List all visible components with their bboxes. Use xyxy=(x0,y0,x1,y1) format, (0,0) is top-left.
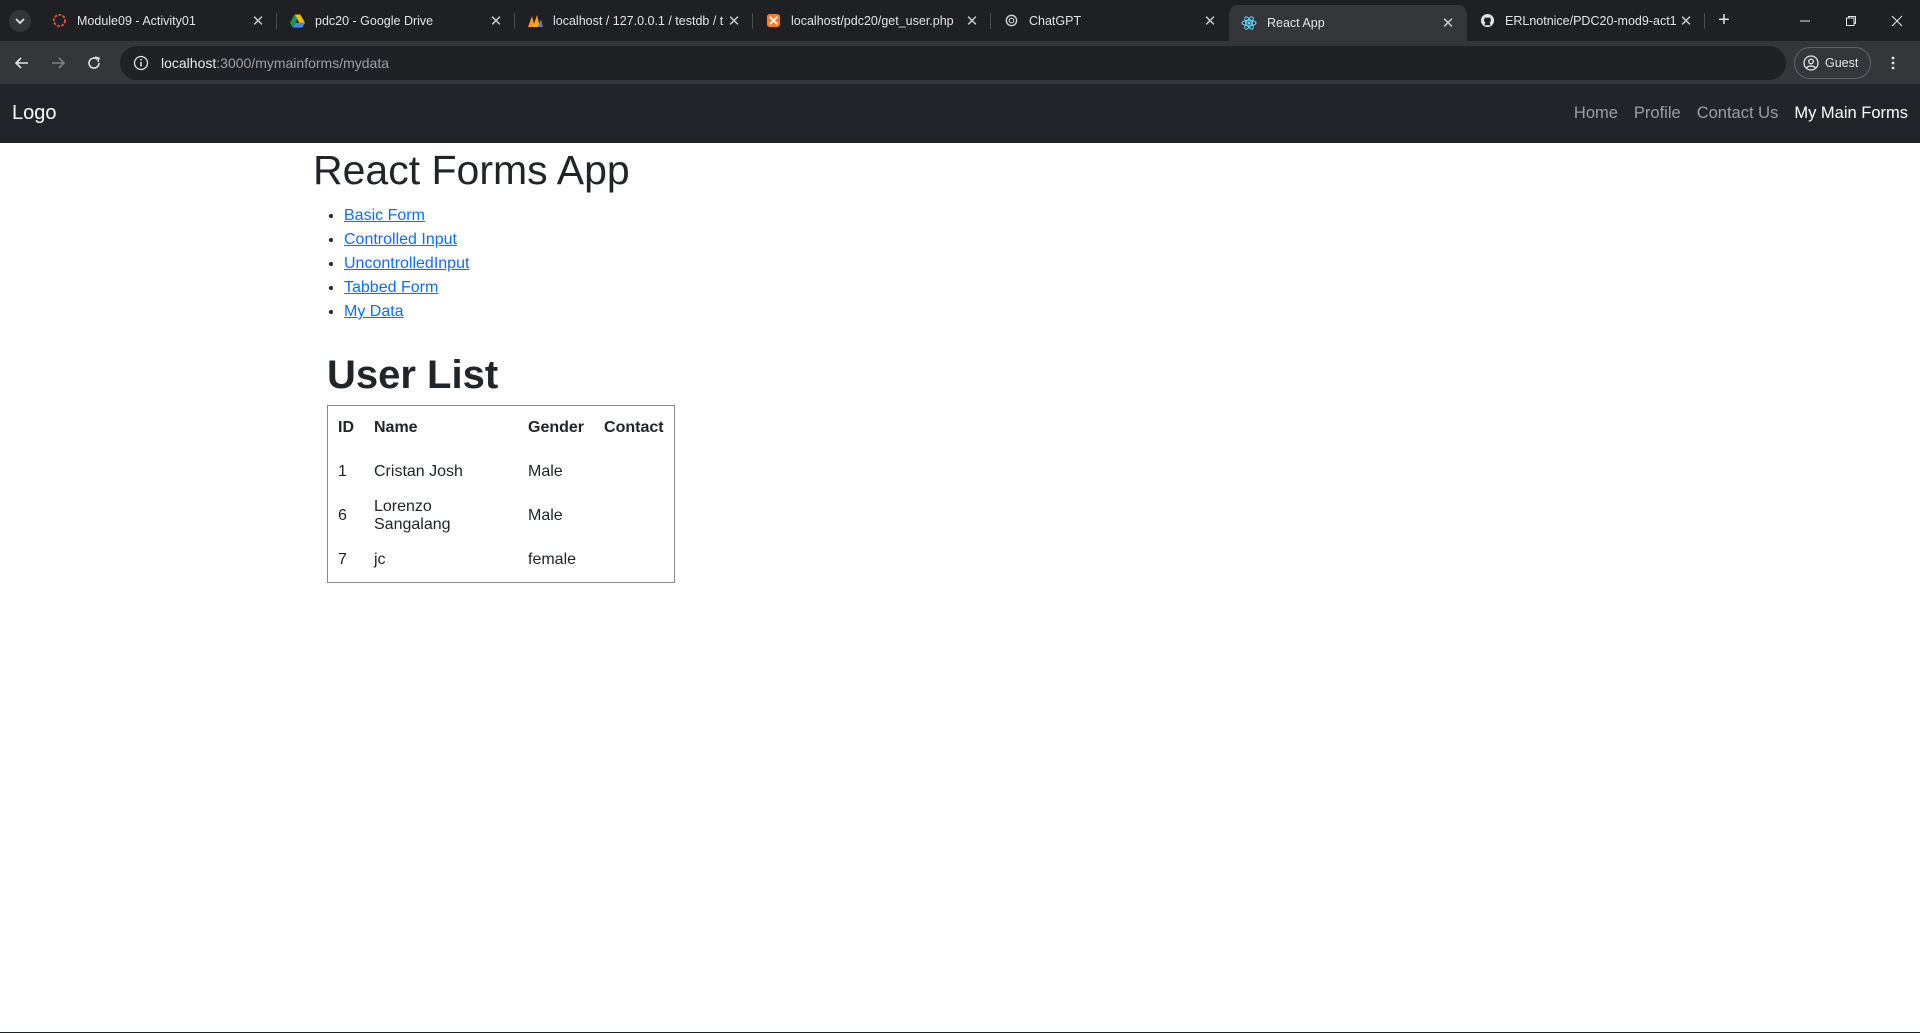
link-controlled-input[interactable]: Controlled Input xyxy=(344,231,457,248)
url-path: :3000/mymainforms/mydata xyxy=(216,54,389,71)
cell-contact xyxy=(594,450,674,494)
close-icon[interactable]: ✕ xyxy=(963,12,981,30)
tab-search-button[interactable] xyxy=(5,6,35,36)
tab-title: localhost / 127.0.0.1 / testdb / t xyxy=(553,13,724,28)
cell-gender: Male xyxy=(528,507,563,524)
restore-button[interactable] xyxy=(1828,0,1874,41)
chevron-down-icon xyxy=(9,9,31,32)
column-header-gender: Gender xyxy=(528,419,585,436)
tab-title: ERLnotnice/PDC20-mod9-act1 xyxy=(1505,13,1677,28)
cell-name: Cristan Josh xyxy=(374,463,463,480)
close-icon[interactable]: ✕ xyxy=(249,12,267,30)
reload-icon xyxy=(88,55,100,69)
phpmyadmin-icon xyxy=(527,13,543,29)
column-header-id: ID xyxy=(338,419,354,436)
list-item: My Data xyxy=(344,300,630,324)
nav-link-contact-us[interactable]: Contact Us xyxy=(1697,104,1779,123)
react-icon xyxy=(1241,15,1257,31)
arrow-right-icon xyxy=(52,56,66,69)
nav-link-profile[interactable]: Profile xyxy=(1634,104,1681,123)
tab-title: ChatGPT xyxy=(1029,13,1082,28)
arrow-left-icon xyxy=(14,56,28,69)
minimize-button[interactable] xyxy=(1782,0,1828,41)
column-header-contact: Contact xyxy=(604,419,664,436)
canvas-icon xyxy=(51,13,67,29)
main-content: React Forms App Basic Form Controlled In… xyxy=(313,143,630,324)
chatgpt-icon xyxy=(1003,13,1019,29)
tab-chatgpt[interactable]: ChatGPT ✕ xyxy=(991,0,1229,41)
list-item: Tabbed Form xyxy=(344,276,630,300)
close-window-button[interactable] xyxy=(1874,0,1920,41)
address-bar[interactable]: localhost:3000/mymainforms/mydata xyxy=(120,45,1786,80)
cell-id: 1 xyxy=(338,463,347,480)
window-controls xyxy=(1782,0,1920,41)
site-info-icon[interactable] xyxy=(130,52,152,74)
cell-contact xyxy=(594,494,674,538)
new-tab-button[interactable]: + xyxy=(1709,6,1739,36)
nav-link-home[interactable]: Home xyxy=(1574,104,1618,123)
list-item: Controlled Input xyxy=(344,228,630,252)
link-basic-form[interactable]: Basic Form xyxy=(344,207,425,224)
nav-links: Home Profile Contact Us My Main Forms xyxy=(1558,104,1908,123)
url-host: localhost xyxy=(161,54,217,71)
close-icon[interactable]: ✕ xyxy=(487,12,505,30)
link-my-data[interactable]: My Data xyxy=(344,303,404,320)
close-icon[interactable]: ✕ xyxy=(1201,12,1219,30)
brand-logo-link[interactable]: Logo xyxy=(12,102,57,125)
cell-gender: female xyxy=(528,551,577,568)
nav-link-my-main-forms[interactable]: My Main Forms xyxy=(1794,104,1908,123)
table-header-row: ID Name Gender Contact xyxy=(328,406,674,450)
tab-separator xyxy=(1704,13,1705,29)
app-navbar: Logo Home Profile Contact Us My Main For… xyxy=(0,84,1920,143)
tab-list: Module09 - Activity01 ✕ pdc20 - Google D… xyxy=(39,0,1705,41)
tab-phpmyadmin[interactable]: localhost / 127.0.0.1 / testdb / t ✕ xyxy=(515,0,753,41)
table-row: 1 Cristan Josh Male xyxy=(328,450,674,494)
tab-react-app[interactable]: React App ✕ xyxy=(1229,5,1467,41)
close-icon[interactable]: ✕ xyxy=(1677,12,1695,30)
google-drive-icon xyxy=(289,13,305,29)
list-item: Basic Form xyxy=(344,204,630,228)
cell-id: 7 xyxy=(338,551,347,568)
tab-title: localhost/pdc20/get_user.php xyxy=(791,13,954,28)
cell-name: Lorenzo Sangalang xyxy=(374,498,451,533)
github-icon xyxy=(1479,13,1495,29)
cell-contact xyxy=(594,538,674,582)
tab-module09[interactable]: Module09 - Activity01 ✕ xyxy=(39,0,277,41)
page-title: React Forms App xyxy=(313,147,630,193)
tab-title: Module09 - Activity01 xyxy=(77,13,196,28)
tab-github[interactable]: ERLnotnice/PDC20-mod9-act1 ✕ xyxy=(1467,0,1705,41)
close-icon[interactable]: ✕ xyxy=(1439,14,1457,32)
table-row: 6 Lorenzo Sangalang Male xyxy=(328,494,674,538)
user-list-section: User List ID Name Gender Contact 1 Crist… xyxy=(327,351,675,583)
profile-button[interactable]: Guest xyxy=(1794,46,1872,79)
list-item: UncontrolledInput xyxy=(344,252,630,276)
person-icon xyxy=(1803,54,1819,71)
profile-label: Guest xyxy=(1825,55,1859,70)
user-list-heading: User List xyxy=(327,353,499,397)
xampp-icon xyxy=(765,13,781,29)
kebab-menu-icon xyxy=(1891,56,1895,69)
table-row: 7 jc female xyxy=(328,538,674,582)
browser-menu-button[interactable] xyxy=(1877,47,1909,79)
forms-menu: Basic Form Controlled Input Uncontrolled… xyxy=(344,204,630,324)
column-header-name: Name xyxy=(374,419,418,436)
tab-title: React App xyxy=(1267,16,1325,30)
browser-toolbar: localhost:3000/mymainforms/mydata Guest xyxy=(0,41,1920,84)
link-uncontrolled-input[interactable]: UncontrolledInput xyxy=(344,255,469,272)
tab-google-drive[interactable]: pdc20 - Google Drive ✕ xyxy=(277,0,515,41)
tab-title: pdc20 - Google Drive xyxy=(315,13,434,28)
cell-gender: Male xyxy=(528,463,563,480)
link-tabbed-form[interactable]: Tabbed Form xyxy=(344,279,438,296)
user-table: ID Name Gender Contact 1 Cristan Josh Ma… xyxy=(327,405,675,583)
tab-get-user[interactable]: localhost/pdc20/get_user.php ✕ xyxy=(753,0,991,41)
close-icon[interactable]: ✕ xyxy=(725,12,743,30)
reload-button[interactable] xyxy=(78,47,110,79)
cell-name: jc xyxy=(374,551,386,568)
forward-button[interactable] xyxy=(42,47,74,79)
back-button[interactable] xyxy=(6,47,38,79)
cell-id: 6 xyxy=(338,507,347,524)
tab-strip: Module09 - Activity01 ✕ pdc20 - Google D… xyxy=(0,0,1920,41)
